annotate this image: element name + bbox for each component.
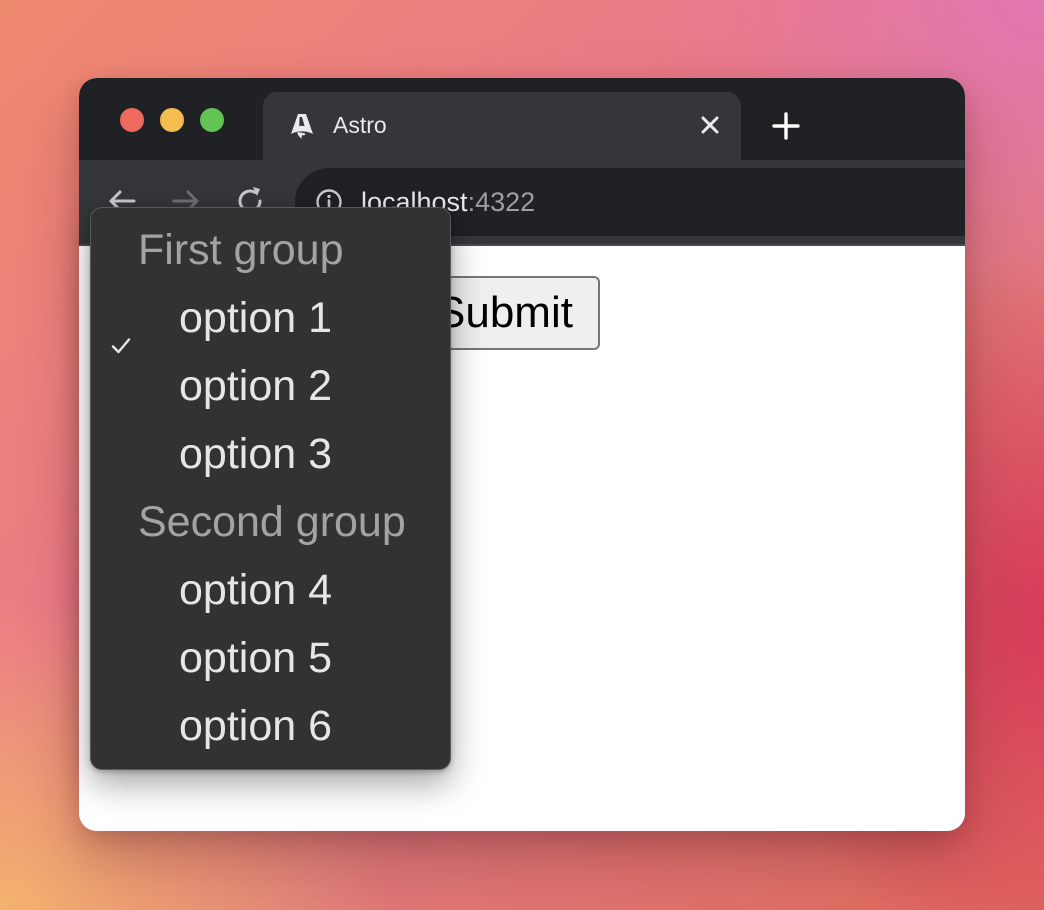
optgroup-label: First group [138, 226, 344, 274]
browser-tab[interactable]: Astro [263, 92, 741, 162]
maximize-window-button[interactable] [200, 108, 224, 132]
minimize-window-button[interactable] [160, 108, 184, 132]
tab-title: Astro [333, 112, 387, 138]
checkmark-icon [111, 308, 131, 354]
dropdown-option[interactable]: option 2 [91, 352, 450, 420]
plus-icon[interactable] [769, 109, 803, 143]
url-port: :4322 [467, 187, 536, 217]
astro-logo-icon [289, 112, 315, 140]
option-label: option 1 [179, 294, 333, 342]
dropdown-option[interactable]: option 1 [91, 284, 450, 354]
dropdown-option[interactable]: option 5 [91, 624, 450, 692]
dropdown-option[interactable]: option 6 [91, 692, 450, 760]
dropdown-option[interactable]: option 3 [91, 420, 450, 488]
close-window-button[interactable] [120, 108, 144, 132]
dropdown-option[interactable]: option 4 [91, 556, 450, 624]
select-dropdown-menu: First group option 1 option 2 option 3 S… [90, 207, 451, 770]
optgroup-label: Second group [138, 498, 406, 546]
title-bar: Astro [79, 78, 965, 162]
close-icon[interactable] [697, 112, 723, 138]
